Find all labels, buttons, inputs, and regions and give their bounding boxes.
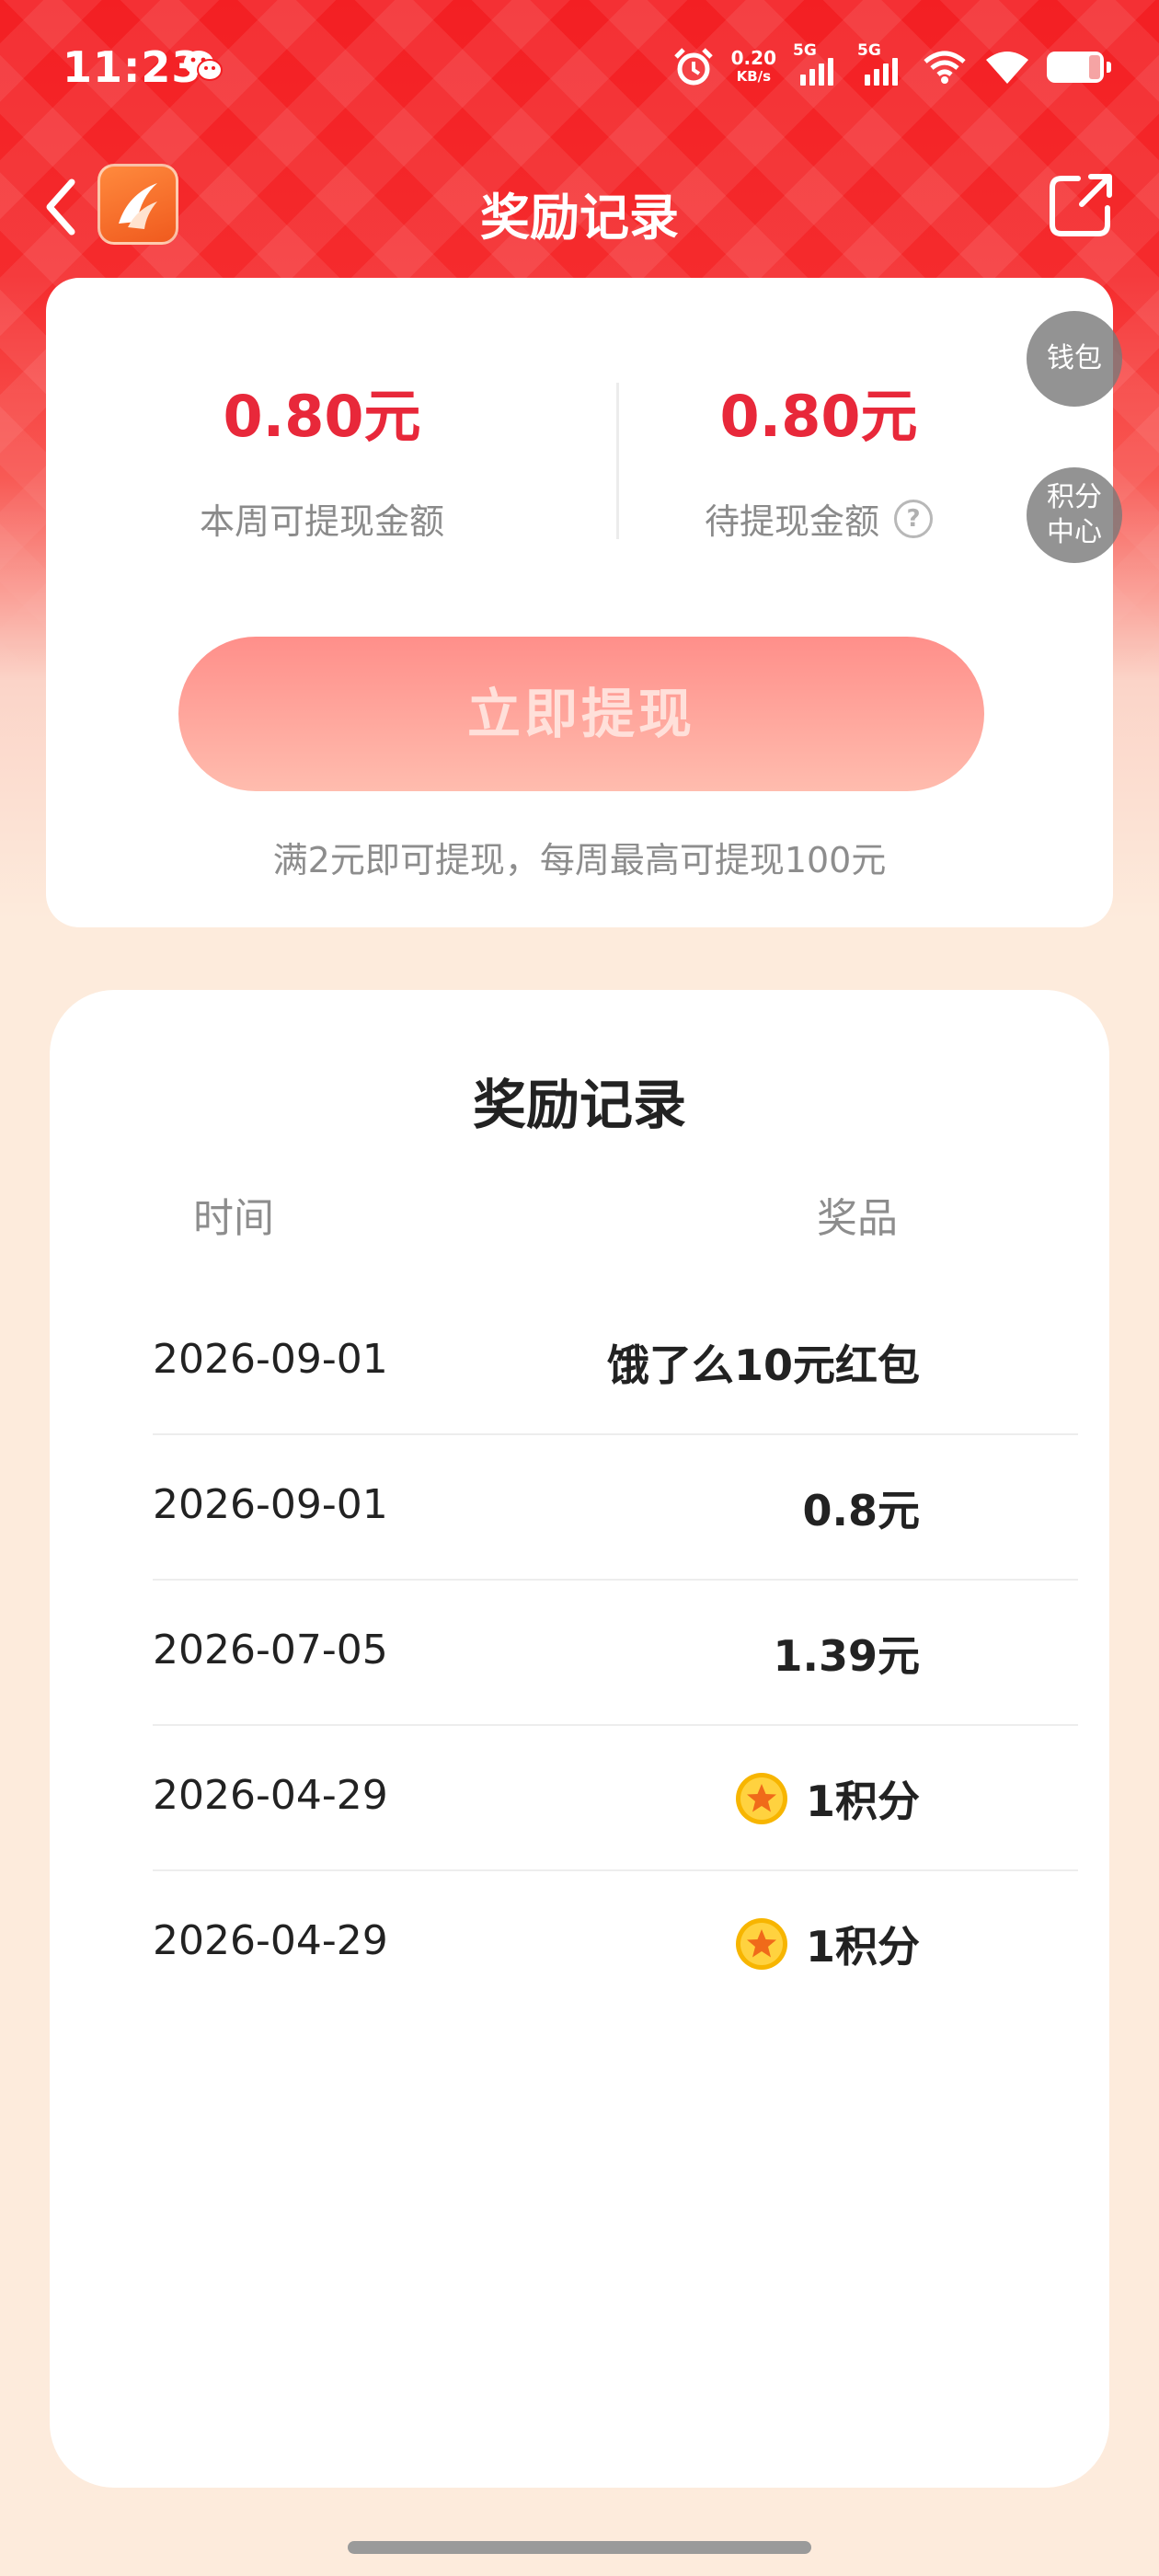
weekly-withdrawable-amount: 0.80元: [223, 383, 421, 450]
pending-withdraw-section: 0.80元 待提现金额 ?: [570, 370, 1067, 544]
network-speed-value: 0.20: [730, 47, 776, 69]
pending-withdraw-amount: 0.80元: [719, 383, 918, 450]
withdraw-rule-tip: 满2元即可提现，每周最高可提现100元: [272, 840, 887, 880]
navigation-bar: 奖励记录: [0, 156, 1159, 258]
pending-withdraw-label-text: 待提现金额: [704, 501, 879, 542]
record-row: 2026-07-05 1.39元: [153, 1581, 1078, 1726]
record-prize: 1积分: [734, 1768, 920, 1829]
record-prize: 0.8元: [803, 1478, 921, 1538]
wechat-notification-icon: [184, 51, 223, 81]
withdraw-now-button[interactable]: 立即提现: [178, 637, 984, 791]
record-prize-text: 1.39元: [773, 1631, 921, 1681]
alarm-icon: [673, 48, 713, 86]
weekly-withdrawable-label-text: 本周可提现金额: [199, 501, 444, 542]
record-prize-text: 饿了么10元红包: [606, 1340, 920, 1390]
weekly-withdrawable-section: 0.80元 本周可提现金额: [74, 370, 570, 544]
status-bar: 11:23 0.20 KB/s 5G 5G: [0, 0, 1159, 138]
column-header-prize: 奖品: [817, 1195, 898, 1242]
weekly-withdrawable-label: 本周可提现金额: [200, 493, 444, 544]
star-coin-icon: [735, 1918, 787, 1970]
record-date: 2026-04-29: [153, 1917, 388, 1964]
record-prize: 饿了么10元红包: [607, 1332, 920, 1393]
record-prize-text: 0.8元: [802, 1486, 921, 1535]
withdraw-summary-card: 0.80元 本周可提现金额 0.80元 待提现金额 ? 立即提现 满2元即可提现…: [46, 278, 1113, 927]
share-icon[interactable]: [1045, 169, 1117, 241]
points-center-label-line2: 中心: [1047, 516, 1102, 548]
cellular-signal-1-icon: 5G: [793, 41, 841, 86]
record-prize-text: 1积分: [805, 1922, 920, 1972]
help-question-icon[interactable]: ?: [894, 499, 933, 538]
record-row: 2026-04-29 1积分: [153, 1726, 1078, 1871]
record-date: 2026-04-29: [153, 1772, 388, 1819]
points-center-float-button[interactable]: 积分 中心: [1027, 467, 1122, 563]
record-prize: 1.39元: [774, 1623, 921, 1684]
record-date: 2026-09-01: [153, 1481, 388, 1528]
wallet-float-button[interactable]: 钱包: [1027, 311, 1122, 407]
page-title: 奖励记录: [480, 189, 679, 247]
column-header-time: 时间: [193, 1195, 274, 1242]
network-speed: 0.20 KB/s: [731, 49, 776, 86]
status-time: 11:23: [63, 42, 202, 92]
reward-records-card: 奖励记录 时间 奖品 2026-09-01 饿了么10元红包 2026-09-0…: [50, 990, 1109, 2488]
record-prize-text: 1积分: [805, 1777, 920, 1826]
record-row: 2026-09-01 0.8元: [153, 1435, 1078, 1581]
records-list: 2026-09-01 饿了么10元红包 2026-09-01 0.8元 2026…: [153, 1290, 1078, 2015]
home-indicator[interactable]: [348, 2541, 811, 2554]
battery-icon: [1047, 52, 1111, 83]
signal-1-label: 5G: [793, 41, 817, 60]
record-date: 2026-09-01: [153, 1336, 388, 1383]
wifi-icon: [986, 52, 1028, 84]
points-center-label-line1: 积分: [1047, 481, 1102, 513]
records-title: 奖励记录: [472, 1074, 686, 1136]
pending-withdraw-label: 待提现金额 ?: [705, 493, 933, 544]
record-row: 2026-09-01 饿了么10元红包: [153, 1290, 1078, 1435]
wifi-calling-icon: [924, 51, 966, 84]
wallet-float-label: 钱包: [1047, 342, 1102, 374]
signal-2-label: 5G: [857, 41, 881, 60]
record-row: 2026-04-29 1积分: [153, 1871, 1078, 2015]
status-icons: 0.20 KB/s 5G 5G: [672, 41, 1111, 90]
cellular-signal-2-icon: 5G: [857, 41, 905, 86]
record-prize: 1积分: [734, 1914, 920, 1974]
record-date: 2026-07-05: [153, 1627, 388, 1673]
network-speed-unit: KB/s: [736, 68, 772, 85]
star-coin-icon: [735, 1773, 787, 1824]
